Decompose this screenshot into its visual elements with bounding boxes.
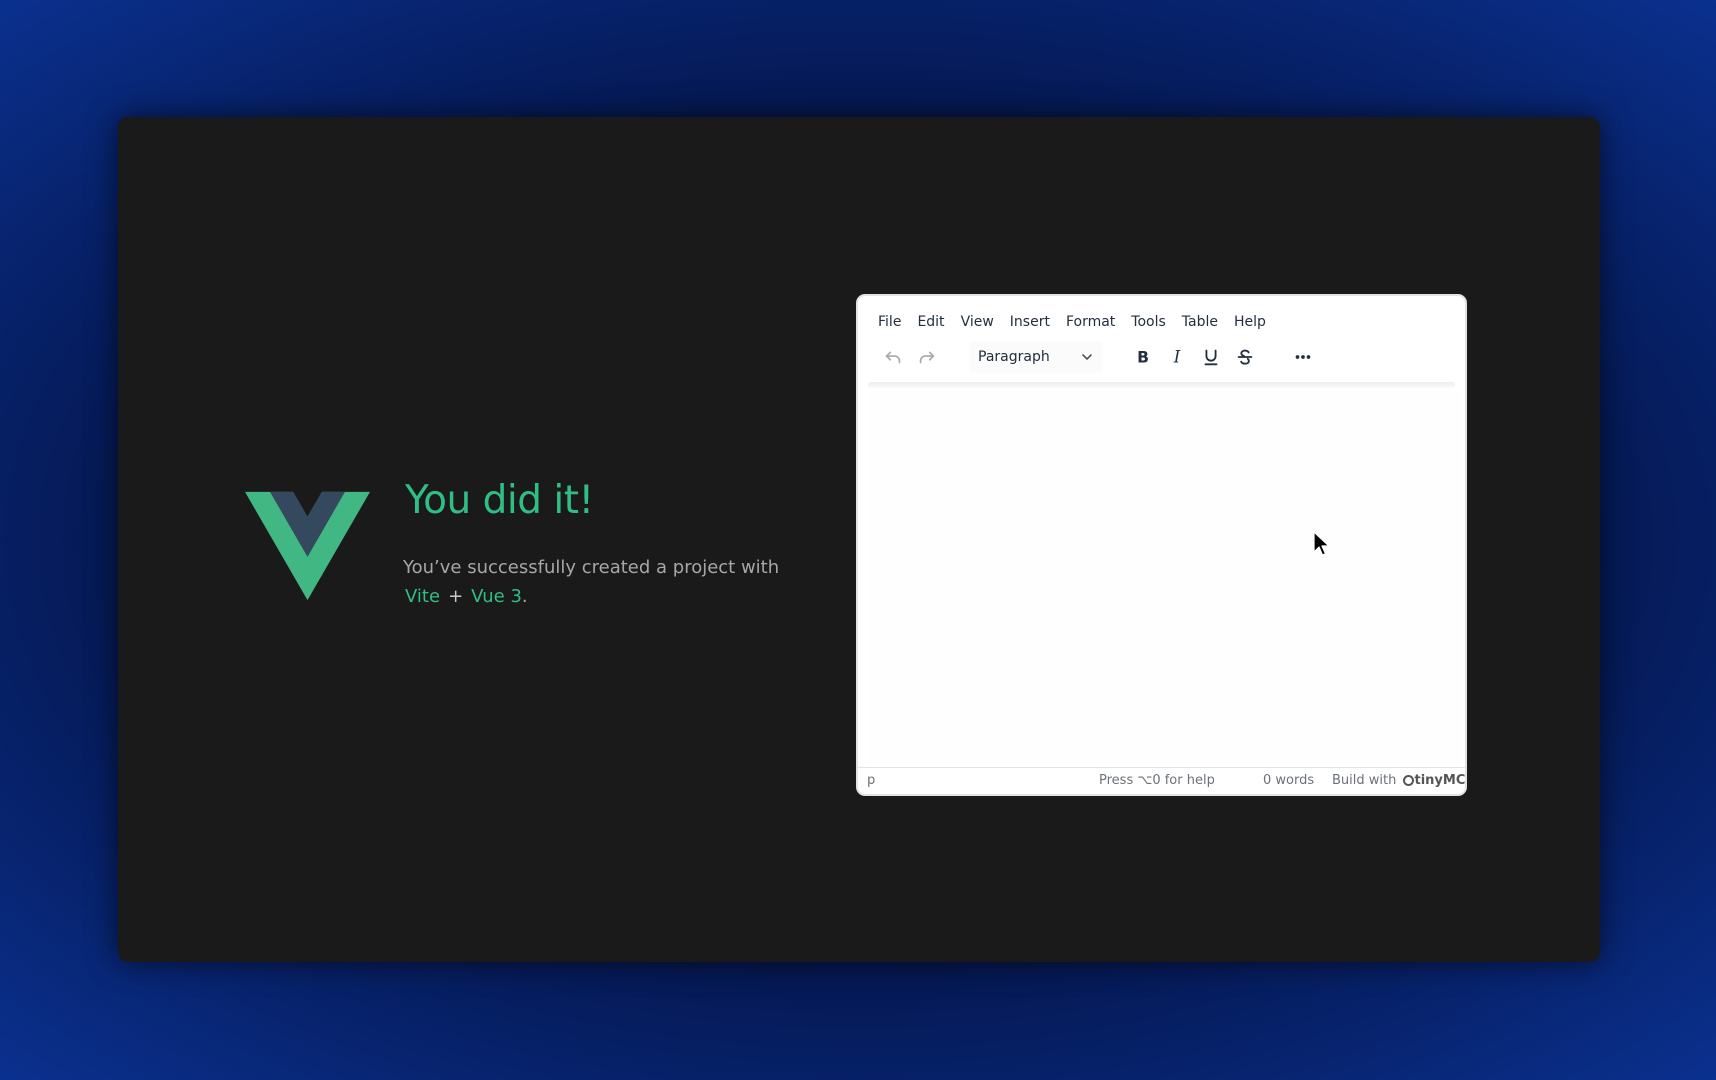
- more-button[interactable]: [1286, 341, 1320, 373]
- block-format-value: Paragraph: [978, 349, 1050, 365]
- editor-toolbar: Paragraph B I: [876, 340, 1446, 374]
- italic-button[interactable]: I: [1160, 341, 1194, 373]
- svg-text:I: I: [1173, 348, 1181, 367]
- plus-sign: +: [448, 586, 464, 607]
- underline-icon: [1204, 349, 1218, 366]
- tinymce-logo-icon: [1402, 775, 1414, 786]
- hello-title: You did it!: [405, 478, 594, 523]
- editor-statusbar: p Press ⌥0 for help 0 words Build with t…: [858, 767, 1465, 794]
- branding-name: tinyMCE: [1414, 773, 1466, 788]
- block-format-select[interactable]: Paragraph: [970, 341, 1102, 373]
- editor-menubar: File Edit View Insert Format Tools Table…: [878, 312, 1274, 332]
- svg-text:B: B: [1137, 349, 1149, 367]
- branding-prefix: Build with: [1332, 773, 1397, 788]
- format-button-group: B I: [1126, 341, 1262, 373]
- chevron-down-icon: [1082, 354, 1092, 360]
- hello-subtitle: You’ve successfully created a project wi…: [403, 553, 823, 611]
- rich-text-editor: File Edit View Insert Format Tools Table…: [856, 294, 1467, 796]
- undo-button[interactable]: [876, 341, 910, 373]
- vite-link[interactable]: Vite: [405, 586, 440, 607]
- strikethrough-icon: [1237, 349, 1253, 365]
- word-count[interactable]: 0 words: [1263, 773, 1314, 788]
- menu-tools[interactable]: Tools: [1123, 312, 1174, 332]
- vue-logo: [245, 491, 370, 601]
- strikethrough-button[interactable]: [1228, 341, 1262, 373]
- underline-button[interactable]: [1194, 341, 1228, 373]
- undo-icon: [885, 351, 901, 364]
- redo-button[interactable]: [910, 341, 944, 373]
- bold-button[interactable]: B: [1126, 341, 1160, 373]
- period: .: [521, 586, 528, 607]
- menu-edit[interactable]: Edit: [909, 312, 952, 332]
- toolbar-divider: [868, 382, 1455, 388]
- branding-link[interactable]: Build with tinyMCE: [1332, 773, 1466, 788]
- redo-icon: [919, 351, 935, 364]
- menu-insert[interactable]: Insert: [1002, 312, 1058, 332]
- menu-view[interactable]: View: [953, 312, 1002, 332]
- editor-content-area[interactable]: [868, 390, 1461, 768]
- vue-link[interactable]: Vue 3: [471, 586, 522, 607]
- menu-table[interactable]: Table: [1174, 312, 1226, 332]
- italic-icon: I: [1173, 348, 1181, 367]
- bold-icon: B: [1137, 349, 1149, 367]
- menu-help[interactable]: Help: [1226, 312, 1274, 332]
- menu-file[interactable]: File: [878, 312, 909, 332]
- hello-subtitle-text: You’ve successfully created a project wi…: [403, 557, 780, 578]
- mouse-cursor-icon: [1313, 531, 1330, 556]
- help-hint: Press ⌥0 for help: [1099, 773, 1215, 788]
- more-icon: [1295, 355, 1311, 359]
- element-path[interactable]: p: [867, 773, 875, 788]
- menu-format[interactable]: Format: [1058, 312, 1123, 332]
